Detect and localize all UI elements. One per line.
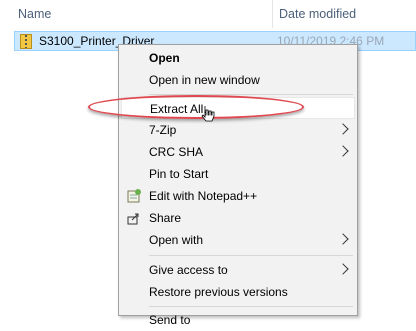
menu-item-7zip[interactable]: 7-Zip	[121, 119, 355, 141]
menu-separator	[149, 306, 353, 307]
submenu-arrow-icon	[337, 123, 349, 135]
context-menu: Open Open in new window Extract All... 7…	[118, 44, 358, 327]
menu-item-label: CRC SHA	[149, 145, 204, 159]
mouse-cursor-icon	[201, 106, 215, 122]
menu-item-label: Restore previous versions	[149, 285, 288, 299]
submenu-arrow-icon	[337, 263, 349, 275]
menu-item-open-new-window[interactable]: Open in new window	[121, 69, 355, 91]
menu-item-give-access[interactable]: Give access to	[121, 259, 355, 281]
menu-item-send-to[interactable]: Send to	[121, 309, 355, 331]
menu-item-label: Send to	[149, 313, 191, 327]
column-header-date-modified[interactable]: Date modified	[272, 0, 416, 28]
menu-item-label: Open with	[149, 233, 204, 247]
menu-item-label: 7-Zip	[149, 123, 177, 137]
menu-item-open[interactable]: Open	[121, 47, 355, 69]
menu-separator	[149, 255, 353, 256]
menu-item-restore-versions[interactable]: Restore previous versions	[121, 281, 355, 303]
zip-folder-icon	[20, 34, 32, 49]
column-header-name[interactable]: Name	[4, 0, 268, 28]
menu-item-label: Open	[149, 51, 180, 65]
share-icon	[127, 213, 139, 225]
menu-item-share[interactable]: Share	[121, 207, 355, 229]
notepad-plus-plus-icon	[127, 189, 141, 203]
annotation-ellipse	[88, 95, 304, 119]
menu-item-label: Open in new window	[149, 73, 260, 87]
submenu-arrow-icon	[337, 233, 349, 245]
menu-item-label: Share	[149, 211, 182, 225]
menu-item-crc-sha[interactable]: CRC SHA	[121, 141, 355, 163]
menu-item-label: Give access to	[149, 263, 228, 277]
menu-item-label: Edit with Notepad++	[149, 189, 258, 203]
menu-item-label: Pin to Start	[149, 167, 209, 181]
menu-item-edit-notepad[interactable]: Edit with Notepad++	[121, 185, 355, 207]
menu-item-open-with[interactable]: Open with	[121, 229, 355, 251]
submenu-arrow-icon	[337, 145, 349, 157]
menu-item-pin-to-start[interactable]: Pin to Start	[121, 163, 355, 185]
